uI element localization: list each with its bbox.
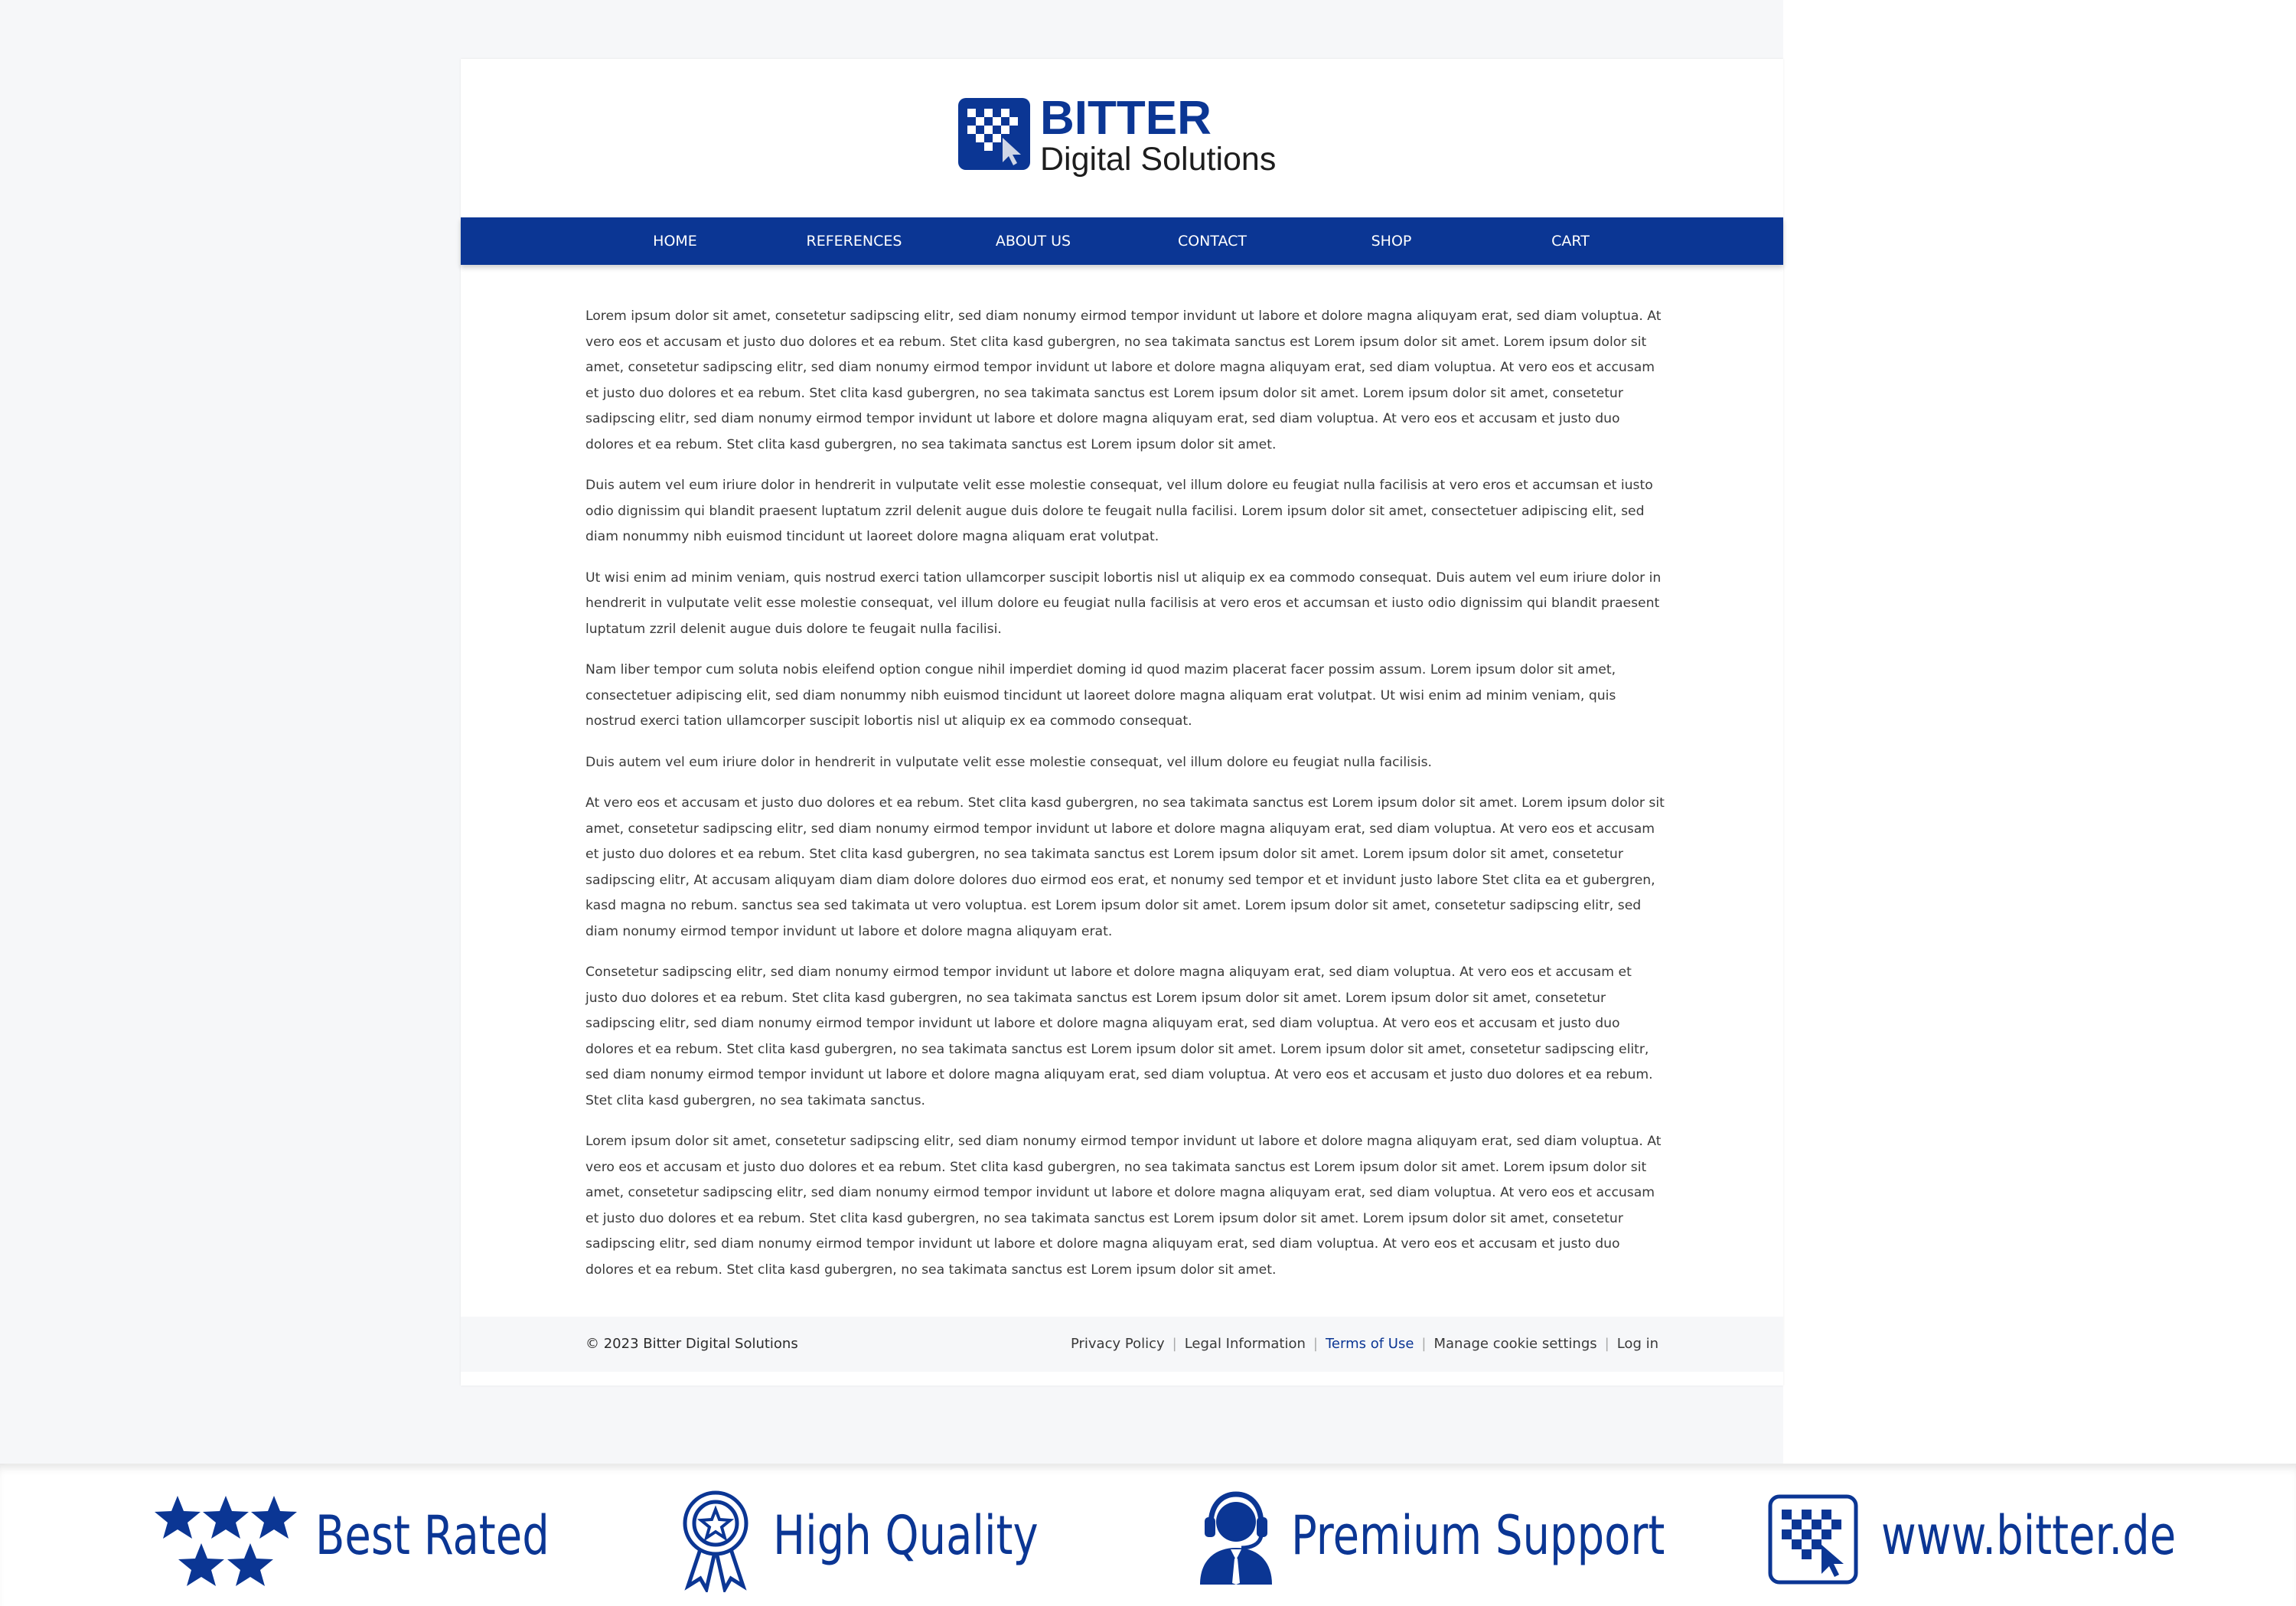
nav-item-contact[interactable]: CONTACT — [1136, 217, 1289, 265]
badge-website: www.bitter.de — [1768, 1479, 2227, 1594]
badge-best-rated: Best Rated — [153, 1479, 551, 1594]
content-paragraph: Duis autem vel eum iriure dolor in hendr… — [585, 754, 1433, 770]
content-paragraph: Duis autem vel eum iriure dolor in hendr… — [585, 478, 1653, 544]
badge-label: High Quality — [773, 1504, 1039, 1567]
website-page: BITTER Digital Solutions HOME REFERENCES… — [461, 59, 1783, 1386]
page-footer: © 2023 Bitter Digital Solutions Privacy … — [461, 1317, 1783, 1372]
content-paragraph: Consetetur sadipscing elitr, sed diam no… — [585, 965, 1653, 1108]
nav-item-cart[interactable]: CART — [1494, 217, 1647, 265]
footer-link-log-in[interactable]: Log in — [1617, 1336, 1658, 1352]
badge-premium-support: Premium Support — [1194, 1479, 1665, 1594]
brand-logo[interactable]: BITTER Digital Solutions — [956, 92, 1316, 184]
logo-mark-icon — [958, 98, 1030, 170]
content-paragraph: Ut wisi enim ad minim veniam, quis nostr… — [585, 570, 1662, 637]
badge-label: Premium Support — [1291, 1504, 1665, 1567]
footer-link-manage-cookie-settings[interactable]: Manage cookie settings — [1433, 1336, 1596, 1352]
award-ribbon-icon — [683, 1490, 748, 1592]
content-paragraph: Nam liber tempor cum soluta nobis eleife… — [585, 662, 1616, 729]
feature-banner: Best Rated High Quality Premium Support … — [0, 1464, 2296, 1606]
footer-links: Privacy Policy | Legal Information | Terms o… — [1071, 1317, 1658, 1372]
nav-item-shop[interactable]: SHOP — [1315, 217, 1468, 265]
content-paragraph: Lorem ipsum dolor sit amet, consetetur s… — [585, 1134, 1662, 1278]
content-paragraph: At vero eos et accusam et justo duo dolo… — [585, 795, 1665, 939]
footer-link-privacy-policy[interactable]: Privacy Policy — [1071, 1336, 1165, 1352]
main-navigation: HOME REFERENCES ABOUT US CONTACT SHOP CA… — [461, 217, 1783, 265]
background-right-panel — [1783, 0, 2296, 1464]
badge-high-quality: High Quality — [677, 1479, 1039, 1594]
copyright-text: © 2023 Bitter Digital Solutions — [585, 1336, 798, 1352]
content-paragraph: Lorem ipsum dolor sit amet, consetetur s… — [585, 308, 1662, 452]
bitter-logo-icon — [1768, 1494, 1858, 1585]
footer-separator: | — [1172, 1336, 1177, 1352]
badge-label: www.bitter.de — [1881, 1504, 2177, 1567]
nav-item-about-us[interactable]: ABOUT US — [957, 217, 1110, 265]
brand-name: BITTER — [1040, 92, 1212, 145]
headset-agent-icon — [1200, 1491, 1272, 1585]
footer-link-legal-information[interactable]: Legal Information — [1185, 1336, 1306, 1352]
brand-subtitle: Digital Solutions — [1040, 141, 1277, 178]
stars-icon — [155, 1496, 297, 1586]
nav-item-home[interactable]: HOME — [598, 217, 752, 265]
main-content: Lorem ipsum dolor sit amet, consetetur s… — [585, 304, 1665, 1298]
footer-link-terms-of-use[interactable]: Terms of Use — [1326, 1336, 1414, 1352]
footer-separator: | — [1421, 1336, 1427, 1352]
nav-item-references[interactable]: REFERENCES — [778, 217, 931, 265]
footer-separator: | — [1313, 1336, 1318, 1352]
footer-separator: | — [1604, 1336, 1609, 1352]
badge-label: Best Rated — [315, 1504, 550, 1567]
